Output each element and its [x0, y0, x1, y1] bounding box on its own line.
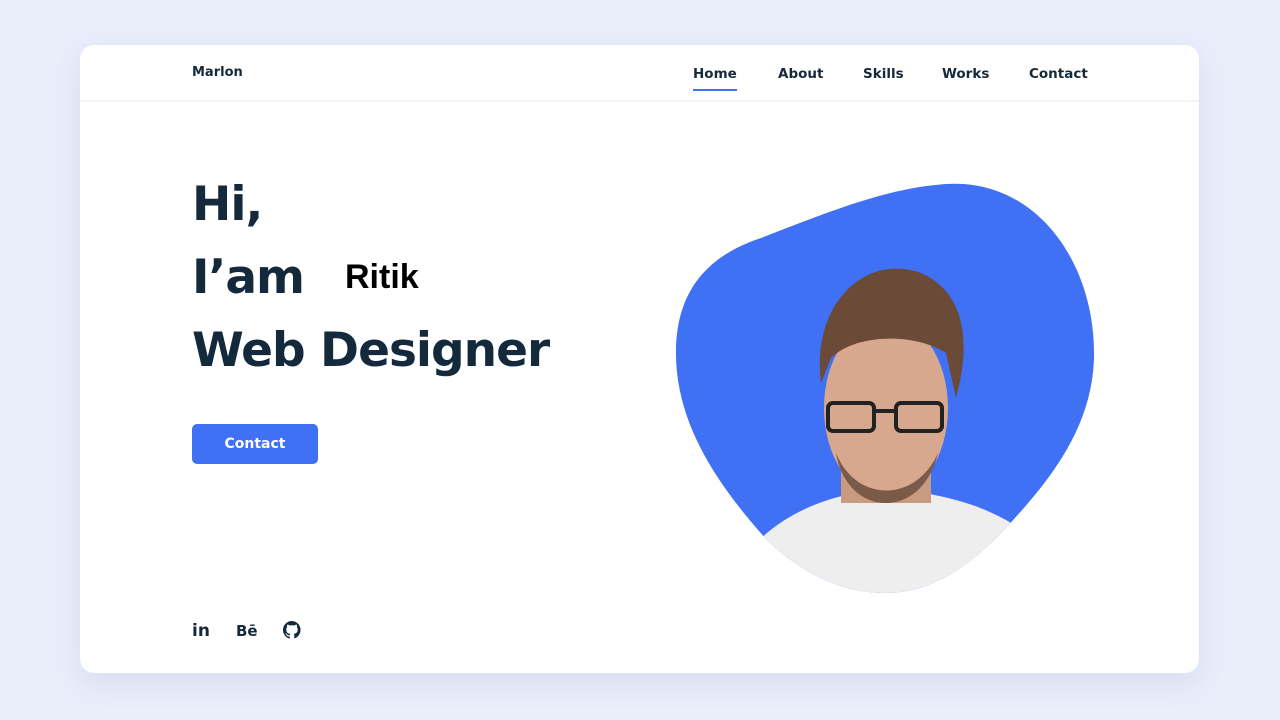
nav-contact[interactable]: Contact	[1029, 66, 1088, 82]
behance-icon[interactable]: Bē	[236, 622, 258, 640]
nav-about[interactable]: About	[778, 66, 823, 82]
hero-name: Ritik	[345, 258, 419, 296]
contact-button[interactable]: Contact	[192, 424, 318, 464]
home-card: Marlon Home About Skills Works Contact H…	[80, 45, 1199, 673]
greeting: Hi,	[192, 177, 263, 232]
linkedin-icon[interactable]: in	[192, 621, 210, 641]
job-title: Web Designer	[192, 323, 550, 378]
nav-skills[interactable]: Skills	[863, 66, 904, 82]
intro: I’am	[192, 250, 305, 305]
nav-home[interactable]: Home	[693, 66, 737, 91]
header: Marlon Home About Skills Works Contact	[80, 45, 1199, 102]
github-icon[interactable]	[283, 621, 301, 639]
logo[interactable]: Marlon	[192, 65, 243, 80]
nav-works[interactable]: Works	[942, 66, 989, 82]
hero-image-blob	[676, 183, 1095, 594]
